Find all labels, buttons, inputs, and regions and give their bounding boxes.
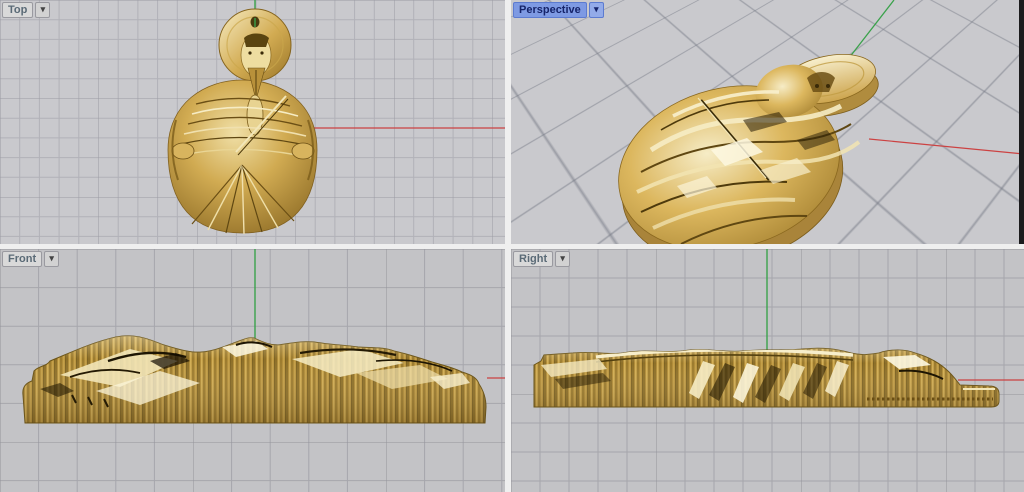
viewport-menu-arrow-icon[interactable]: ▾: [589, 2, 604, 18]
viewport-menu-arrow-icon[interactable]: ▾: [35, 2, 50, 18]
viewport-top[interactable]: Top ▾: [0, 0, 505, 244]
viewport-right[interactable]: Right ▾: [511, 249, 1024, 492]
z-axis-line: [849, 0, 894, 58]
viewport-title-top[interactable]: Top: [2, 2, 33, 18]
viewport-title-front[interactable]: Front: [2, 251, 42, 267]
viewport-right-label[interactable]: Right ▾: [513, 251, 570, 267]
viewport-perspective-canvas: [511, 0, 1024, 244]
viewport-perspective[interactable]: Perspective ▾: [511, 0, 1024, 244]
x-axis-line: [869, 139, 1024, 154]
viewport-menu-arrow-icon[interactable]: ▾: [555, 251, 570, 267]
viewport-title-perspective[interactable]: Perspective: [513, 2, 587, 18]
viewport-front-label[interactable]: Front ▾: [2, 251, 59, 267]
model-perspective-view[interactable]: [600, 47, 883, 244]
viewport-title-right[interactable]: Right: [513, 251, 553, 267]
viewport-front[interactable]: Front ▾: [0, 249, 505, 492]
viewport-perspective-label[interactable]: Perspective ▾: [513, 2, 604, 18]
viewport-menu-arrow-icon[interactable]: ▾: [44, 251, 59, 267]
viewport-top-label[interactable]: Top ▾: [2, 2, 50, 18]
workspace: Top ▾: [0, 0, 1024, 492]
viewport-dark-edge: [1019, 0, 1024, 244]
viewport-right-canvas: [511, 249, 1024, 492]
viewport-front-canvas: [0, 249, 505, 492]
viewport-top-canvas: [0, 0, 505, 244]
